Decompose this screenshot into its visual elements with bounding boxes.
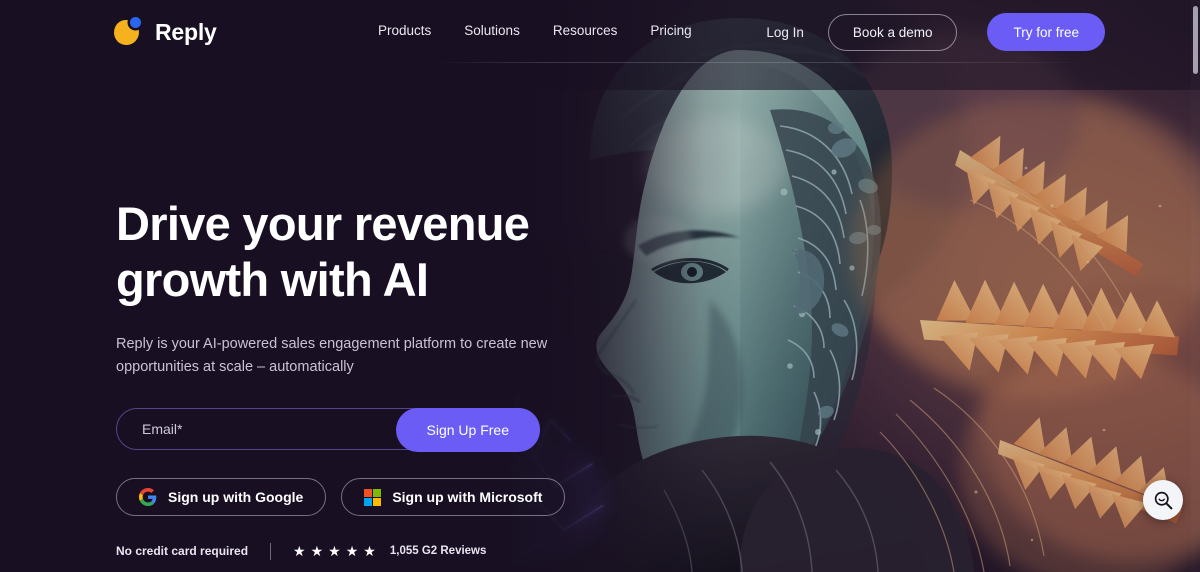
- search-fab-button[interactable]: [1143, 480, 1183, 520]
- social-proof-row: No credit card required ★ ★ ★ ★ ★ 1,055 …: [116, 542, 676, 560]
- reply-logo-icon: [114, 17, 144, 47]
- sign-up-microsoft-label: Sign up with Microsoft: [392, 489, 543, 505]
- star-icon: ★: [363, 543, 376, 559]
- page-title: Drive your revenue growth with AI: [116, 197, 530, 306]
- try-for-free-button[interactable]: Try for free: [987, 13, 1105, 51]
- microsoft-icon: [364, 488, 382, 506]
- nav-item-solutions[interactable]: Solutions: [464, 23, 520, 38]
- sign-up-microsoft-button[interactable]: Sign up with Microsoft: [341, 478, 566, 516]
- sign-up-free-button[interactable]: Sign Up Free: [395, 408, 540, 452]
- star-icon: ★: [293, 543, 306, 559]
- main-nav: Products Solutions Resources Pricing: [378, 23, 692, 38]
- star-icon: ★: [310, 543, 324, 559]
- oauth-buttons: Sign up with Google Sign up with Microso…: [116, 478, 676, 516]
- header-divider: [435, 62, 1095, 63]
- no-credit-card-text: No credit card required: [116, 544, 249, 558]
- brand-name: Reply: [155, 18, 217, 45]
- star-icon: ★: [345, 543, 359, 559]
- sign-up-google-button[interactable]: Sign up with Google: [116, 478, 327, 516]
- proof-divider: [270, 542, 272, 560]
- login-link[interactable]: Log In: [766, 25, 804, 40]
- star-icon: ★: [328, 543, 341, 559]
- brand-logo[interactable]: Reply: [114, 17, 217, 47]
- sign-up-google-label: Sign up with Google: [168, 489, 304, 505]
- google-icon: [139, 488, 157, 506]
- header-actions: Log In Book a demo Try for free: [766, 13, 1105, 51]
- site-header: Reply Products Solutions Resources Prici…: [0, 0, 1200, 63]
- hero-content: Drive your revenue growth with AI Reply …: [116, 196, 676, 560]
- hero-subheading: Reply is your AI-powered sales engagemen…: [116, 336, 548, 375]
- page-scrollbar-track[interactable]: [1191, 0, 1200, 572]
- nav-item-pricing[interactable]: Pricing: [650, 23, 691, 38]
- signup-form: Sign Up Free: [116, 408, 540, 452]
- g2-reviews-count: 1,055 G2 Reviews: [389, 545, 487, 557]
- nav-item-products[interactable]: Products: [378, 23, 431, 38]
- page-scrollbar-thumb[interactable]: [1193, 6, 1198, 74]
- nav-item-resources[interactable]: Resources: [553, 23, 618, 38]
- rating-stars: ★ ★ ★ ★ ★: [293, 544, 376, 558]
- landing-page: Reply Products Solutions Resources Prici…: [0, 0, 1200, 572]
- search-icon: [1154, 491, 1172, 509]
- book-demo-button[interactable]: Book a demo: [827, 13, 958, 51]
